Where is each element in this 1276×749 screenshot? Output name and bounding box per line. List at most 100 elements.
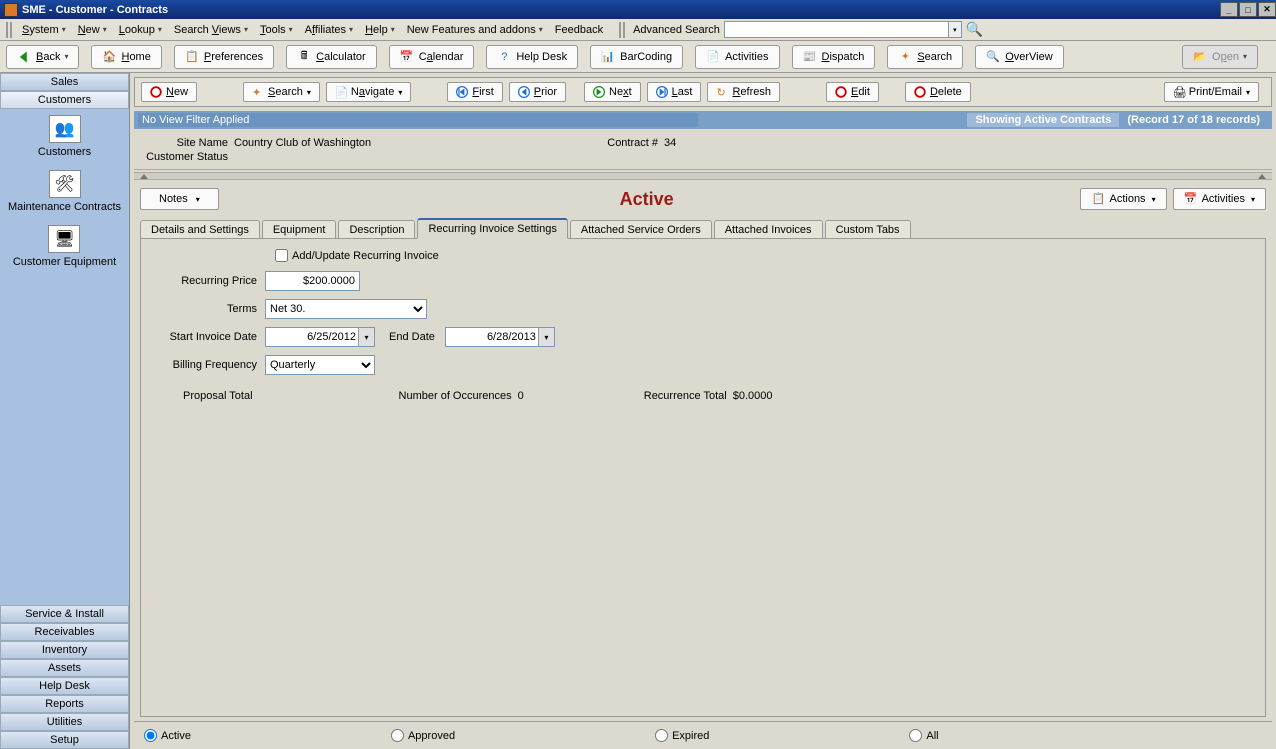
main-toolbar: Back▾ 🏠Home 📋Preferences 🖩Calculator 📅Ca… [0,41,1276,73]
actions-button[interactable]: 📋Actions▾ [1080,188,1166,210]
numoccur-label: Number of Occurences [399,390,512,402]
new-button[interactable]: New [141,82,197,102]
titlebar: SME - Customer - Contracts _ □ ✕ [0,0,1276,19]
end-date-dropdown[interactable]: ▾ [538,328,554,346]
home-icon: 🏠 [102,50,116,64]
sidebar-reports[interactable]: Reports [0,695,129,713]
helpdesk-button[interactable]: ?Help Desk [486,45,578,69]
menu-tools[interactable]: Tools▾ [254,22,299,38]
sidebar-item-label: Maintenance Contracts [8,201,121,213]
overview-button[interactable]: 🔍OverView [975,45,1064,69]
menu-help[interactable]: Help▾ [359,22,401,38]
sidebar-setup[interactable]: Setup [0,731,129,749]
tab-attached-invoices[interactable]: Attached Invoices [714,220,823,239]
terms-select[interactable]: Net 30. [265,299,427,319]
dispatch-button[interactable]: 📰Dispatch [792,45,876,69]
home-button[interactable]: 🏠Home [91,45,161,69]
filter-noview: No View Filter Applied [138,113,698,127]
advanced-search-input[interactable] [724,21,949,38]
addupdate-checkbox[interactable] [275,249,288,262]
new-icon [150,86,162,98]
maximize-button[interactable]: □ [1239,2,1257,17]
tab-details[interactable]: Details and Settings [140,220,260,239]
customers-icon: 👥 [49,115,81,143]
tab-recurring[interactable]: Recurring Invoice Settings [417,218,567,239]
search-go-icon[interactable]: 🔍 [966,21,983,38]
sidebar-receivables[interactable]: Receivables [0,623,129,641]
radio-all[interactable]: All [909,729,938,742]
menu-newfeatures[interactable]: New Features and addons▾ [401,22,549,38]
last-button[interactable]: Last [647,82,702,102]
contractnum-label: Contract # [584,137,664,149]
delete-button[interactable]: Delete [905,82,971,102]
menu-new[interactable]: New▾ [72,22,113,38]
tab-description[interactable]: Description [338,220,415,239]
minimize-button[interactable]: _ [1220,2,1238,17]
start-date-label: Start Invoice Date [155,331,265,343]
search-nav-button[interactable]: ✦Search▾ [243,82,320,102]
activities-icon: 📅 [1184,192,1198,206]
dropdown-icon[interactable]: ▾ [949,21,962,38]
sidebar-service[interactable]: Service & Install [0,605,129,623]
sidebar-item-customers[interactable]: 👥 Customers [38,115,91,158]
splitter-handle[interactable] [134,172,1272,180]
prior-icon [518,86,530,98]
refresh-button[interactable]: ↻Refresh [707,82,780,102]
barcoding-button[interactable]: 📊BarCoding [590,45,683,69]
search-button[interactable]: ✦Search [887,45,963,69]
back-button[interactable]: Back▾ [6,45,79,69]
edit-button[interactable]: Edit [826,82,879,102]
close-button[interactable]: ✕ [1258,2,1276,17]
billing-freq-select[interactable]: Quarterly [265,355,375,375]
start-date-dropdown[interactable]: ▾ [358,328,374,346]
print-email-button[interactable]: 🖨Print/Email▾ [1164,82,1259,102]
sidebar-item-maintenance[interactable]: 🛠 Maintenance Contracts [8,170,121,213]
first-button[interactable]: First [447,82,502,102]
filter-bar: No View Filter Applied Showing Active Co… [134,111,1272,129]
open-button[interactable]: 📂Open▾ [1182,45,1258,69]
sidebar-item-equipment[interactable]: 🖥 Customer Equipment [13,225,116,268]
next-button[interactable]: Next [584,82,641,102]
calculator-button[interactable]: 🖩Calculator [286,45,377,69]
edit-icon [835,86,847,98]
menu-feedback[interactable]: Feedback [549,22,609,38]
filter-record: (Record 17 of 18 records) [1119,113,1268,127]
tab-custom[interactable]: Custom Tabs [825,220,911,239]
end-date-input[interactable]: 6/28/2013 ▾ [445,327,555,347]
refresh-icon: ↻ [716,86,728,98]
tab-attached-orders[interactable]: Attached Service Orders [570,220,712,239]
activities-button[interactable]: 📅Activities▾ [1173,188,1266,210]
content-area: New ✦Search▾ 📄Navigate▾ First Prior Next… [130,73,1276,749]
sidebar-utilities[interactable]: Utilities [0,713,129,731]
menu-lookup[interactable]: Lookup▾ [113,22,168,38]
navigate-button[interactable]: 📄Navigate▾ [326,82,411,102]
start-date-input[interactable]: 6/25/2012 ▾ [265,327,375,347]
notes-button[interactable]: Notes▾ [140,188,219,210]
menu-system[interactable]: System▾ [16,22,72,38]
end-date-label: End Date [389,331,435,343]
menubar-grip [6,22,12,38]
activities-button[interactable]: 📄Activities [695,45,779,69]
recurring-price-input[interactable] [265,271,360,291]
preferences-button[interactable]: 📋Preferences [174,45,274,69]
sidebar-customers[interactable]: Customers [0,91,129,109]
sitename-label: Site Name [144,137,234,149]
window-title: SME - Customer - Contracts [22,4,168,16]
sidebar-sales[interactable]: Sales [0,73,129,91]
menu-affiliates[interactable]: Affiliates▾ [299,22,359,38]
search-icon: ✦ [898,50,912,64]
tab-equipment[interactable]: Equipment [262,220,337,239]
radio-active[interactable]: Active [144,729,191,742]
prior-button[interactable]: Prior [509,82,566,102]
radio-approved[interactable]: Approved [391,729,455,742]
calendar-button[interactable]: 📅Calendar [389,45,475,69]
menu-searchviews[interactable]: Search Views▾ [168,22,254,38]
sidebar-inventory[interactable]: Inventory [0,641,129,659]
app-icon [4,3,18,17]
delete-icon [914,86,926,98]
start-date-value: 6/25/2012 [266,331,358,343]
sidebar-assets[interactable]: Assets [0,659,129,677]
sidebar-helpdesk[interactable]: Help Desk [0,677,129,695]
radio-expired[interactable]: Expired [655,729,709,742]
terms-label: Terms [155,303,265,315]
